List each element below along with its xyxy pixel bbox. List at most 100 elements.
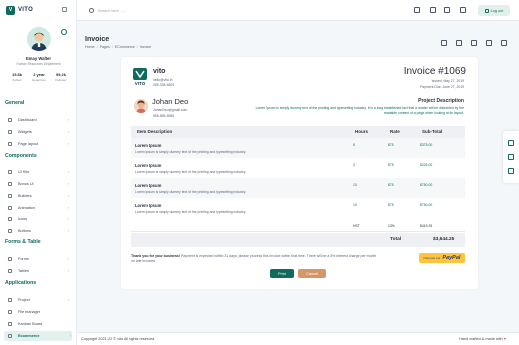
git-pull-request-icon [8,310,12,314]
chevron-right-icon: › [67,181,69,186]
stat-follower: 95.2k Follower [50,72,72,82]
home-icon [8,118,12,122]
check-icon[interactable] [508,168,514,174]
item-rate: $75 [388,143,394,147]
calendar-icon[interactable] [441,40,447,46]
print-button[interactable]: Print [270,269,294,278]
gear-icon[interactable] [486,40,492,46]
breadcrumb-invoice: Invoice [139,45,152,49]
log-out-icon [484,8,489,13]
chevron-right-icon: › [67,193,69,198]
profile-name[interactable]: Emay Walter [0,56,76,61]
tax-amount: $419.25 [420,224,433,228]
sidebar-item-label: Ecommerce [18,334,40,338]
sidebar-item-label: Tables [18,269,29,273]
chevron-right-icon: › [67,256,69,261]
breadcrumb-pages[interactable]: Pages [100,45,110,49]
sidebar-item-icons[interactable]: Icons › [8,214,70,224]
logout-button[interactable]: Log out [478,5,510,16]
table-row: Lorem Ipsum Lorem Ipsum is simply dummy … [131,198,465,218]
topbar: Log out [77,0,519,21]
item-hours: 3 [353,163,355,167]
client-email: JohanDeo@gmail.com [153,108,188,112]
sidebar-item-builders[interactable]: Builders › [8,191,70,201]
stat-value: 2 year [33,72,45,77]
command-icon [8,217,12,221]
sidebar-item-animation[interactable]: Animation › [8,203,70,213]
message-icon[interactable] [460,7,466,13]
chevron-right-icon: › [67,205,69,210]
brand-logo[interactable]: V VITO [6,5,33,15]
thanks-heading: Thank you for your business! [131,254,181,258]
chevron-right-icon: › [67,141,69,146]
issued-date: Issued: May 27, 2019 [431,79,464,83]
sidebar-item-dashboard[interactable]: Dashboard › [8,115,70,125]
thanks-note: Thank you for your business! Payment is … [131,254,381,264]
column-item-description: Item Description [137,129,173,134]
stat-experience: 2 year Experince [28,72,50,82]
edit-icon [8,194,12,198]
sidebar-item-tables[interactable]: Tables › [8,266,70,276]
item-subtotal: $750.00 [420,203,433,207]
sidebar-item-label: Bonus Ui [18,182,34,186]
profile-settings-icon[interactable] [61,29,67,35]
avatar[interactable] [27,27,51,51]
sidebar-item-ui-kits[interactable]: UI Kits › [8,167,70,177]
company-logo-text: VITO [134,81,146,86]
sidebar-item-label: Widgets [18,130,32,134]
breadcrumb-ecommerce[interactable]: ECommerce [115,45,135,49]
settings-icon[interactable] [471,40,477,46]
droplet-icon[interactable] [508,154,514,160]
stat-value: 19.8k [11,72,22,77]
monitor-icon[interactable] [508,140,514,146]
sidebar-item-file-manager[interactable]: File manager [8,307,70,317]
sidebar-item-kanban-board[interactable]: Kanban Board [8,319,70,329]
star-icon[interactable] [430,7,436,13]
client-avatar [134,99,148,113]
client-name: Johan Deo [152,97,189,106]
item-subtotal: $375.00 [420,143,433,147]
cloud-icon [8,229,12,233]
paypal-prefix: Now use our [423,256,441,260]
breadcrumb-home[interactable]: Home [85,45,95,49]
total-amount: $3,644.25 [433,237,455,242]
client-avatar-illustration [134,99,148,113]
table-row: Lorem Ipsum Lorem Ipsum is simply dummy … [131,158,465,178]
sidebar-item-page-layout[interactable]: Page layout › [8,139,70,149]
item-rate: $75 [388,183,394,187]
section-title-general: General [5,100,25,106]
paypal-button[interactable]: Now use our PayPal [419,253,465,263]
sidebar-item-ecommerce[interactable]: Ecommerce › [4,331,72,341]
column-hours: Hours [355,129,369,134]
item-description: Lorem Ipsum is simply dummy text of the … [135,150,247,154]
search-input[interactable] [98,6,218,15]
sidebar-item-label: Project [18,298,30,302]
table-row: Lorem Ipsum Lorem Ipsum is simply dummy … [131,178,465,198]
cancel-button[interactable]: Cancel [298,269,326,278]
project-description-title: Project Description [418,98,464,104]
layout-icon [8,142,12,146]
avatar-illustration [27,27,51,51]
sidebar-item-label: UI Kits [18,170,30,174]
sidebar-item-buttons[interactable]: Buttons › [8,226,70,236]
menu-toggle-icon[interactable] [62,7,67,12]
client-phone: 555-555-5555 [153,114,175,118]
bookmark-star-icon[interactable] [501,40,507,46]
stat-label: Experince [32,78,46,82]
column-rate: Rate [390,129,400,134]
item-hours: 10 [353,183,357,187]
company-phone: 289-335-6503 [153,83,175,87]
sidebar-item-forms[interactable]: Forms › [8,254,70,264]
sidebar-item-project[interactable]: Project › [8,295,70,305]
fullscreen-icon[interactable] [414,7,420,13]
invoice-card: VITO vito hello@vito.in 289-335-6503 Inv… [121,57,478,289]
breadcrumb-separator: / [96,45,98,49]
chevron-right-icon: › [67,117,69,122]
item-description: Lorem Ipsum is simply dummy text of the … [135,170,247,174]
sidebar-item-widgets[interactable]: Widgets › [8,127,70,137]
bell-icon[interactable] [444,7,450,13]
search-icon[interactable] [89,8,94,13]
sidebar-item-bonus-ui[interactable]: Bonus Ui › [8,179,70,189]
chat-icon[interactable] [456,40,462,46]
footer-credit: Hand crafted & made with ♥ [459,337,506,341]
